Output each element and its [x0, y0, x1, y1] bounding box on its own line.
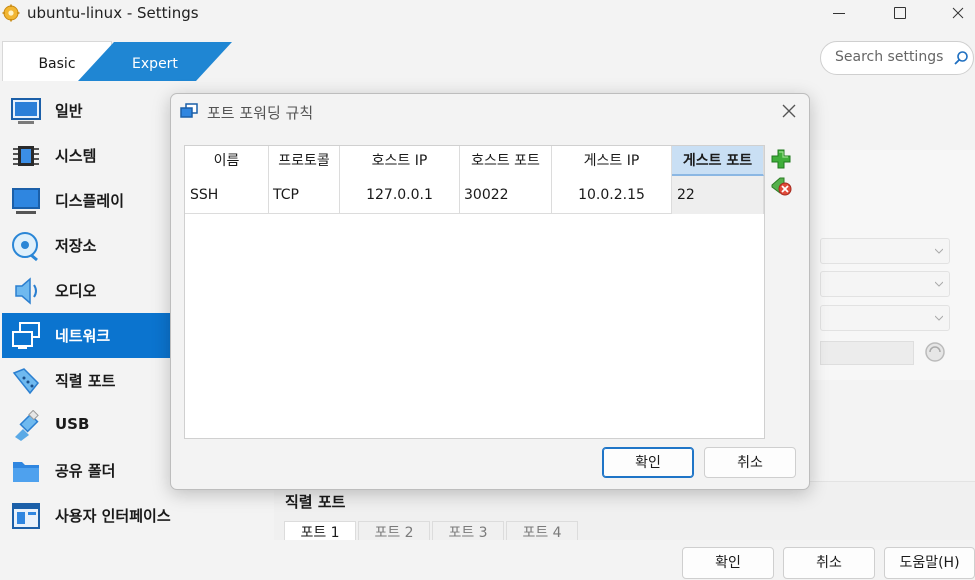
dialog-cancel-button[interactable]: 취소 — [704, 447, 796, 478]
ui-icon — [12, 503, 40, 529]
maximize-button[interactable] — [888, 2, 912, 24]
sidebar-item-label: 공유 폴더 — [55, 462, 116, 480]
sidebar-item-label: 시스템 — [55, 147, 97, 165]
add-rule-icon[interactable] — [770, 148, 792, 170]
port-forwarding-dialog: 포트 포워딩 규칙 이름 프로토콜 호스트 IP 호스트 포트 게스트 IP 게… — [170, 93, 810, 490]
cancel-button[interactable]: 취소 — [783, 547, 875, 579]
sidebar-item-label: USB — [55, 415, 90, 433]
network-icon — [180, 103, 198, 118]
help-button[interactable]: 도움말(H) — [884, 547, 975, 579]
sidebar-item-label: 일반 — [55, 102, 83, 120]
folder-icon — [13, 462, 39, 482]
sidebar-item-label: 사용자 인터페이스 — [55, 507, 171, 525]
dropdown-1[interactable] — [820, 238, 950, 264]
rules-table[interactable]: 이름 프로토콜 호스트 IP 호스트 포트 게스트 IP 게스트 포트 SSH … — [184, 145, 765, 439]
search-icon[interactable] — [953, 50, 969, 66]
table-row[interactable]: SSH TCP 127.0.0.1 30022 10.0.2.15 22 — [185, 176, 764, 214]
column-header[interactable]: 이름 — [185, 146, 269, 176]
monitor-icon — [12, 188, 40, 214]
cell-guest-ip[interactable]: 10.0.2.15 — [552, 176, 672, 214]
sidebar-item-label: 오디오 — [55, 282, 97, 300]
sidebar-item-label: 직렬 포트 — [55, 372, 116, 390]
sidebar-item-label: 네트워크 — [55, 327, 111, 345]
chevron-down-icon — [935, 281, 943, 287]
column-header[interactable]: 게스트 IP — [552, 146, 672, 176]
remove-rule-icon[interactable] — [770, 175, 792, 197]
cell-guest-port[interactable]: 22 — [672, 176, 764, 214]
window-title: ubuntu-linux - Settings — [27, 4, 199, 22]
table-header: 이름 프로토콜 호스트 IP 호스트 포트 게스트 IP 게스트 포트 — [185, 146, 764, 176]
cell-name[interactable]: SSH — [185, 176, 269, 214]
chevron-down-icon — [935, 315, 943, 321]
cell-host-port[interactable]: 30022 — [460, 176, 552, 214]
column-header-selected[interactable]: 게스트 포트 — [672, 146, 764, 176]
dropdown-3[interactable] — [820, 305, 950, 331]
column-header[interactable]: 호스트 포트 — [460, 146, 552, 176]
cell-host-ip[interactable]: 127.0.0.1 — [340, 176, 460, 214]
ok-button[interactable]: 확인 — [682, 547, 774, 579]
dropdown-2[interactable] — [820, 271, 950, 297]
minimize-button[interactable] — [828, 2, 852, 24]
general-icon — [11, 98, 41, 124]
sidebar-item-user-interface[interactable]: 사용자 인터페이스 — [2, 493, 270, 538]
gear-icon — [2, 4, 20, 22]
disk-icon — [12, 232, 38, 262]
search-box[interactable] — [820, 41, 974, 75]
search-input[interactable] — [835, 49, 947, 65]
refresh-icon[interactable] — [924, 341, 946, 363]
column-header[interactable]: 프로토콜 — [269, 146, 340, 176]
serial-port-icon — [12, 368, 40, 395]
cell-protocol[interactable]: TCP — [269, 176, 340, 214]
sidebar-item-label: 디스플레이 — [55, 192, 125, 210]
section-title: 직렬 포트 — [285, 493, 346, 511]
column-header[interactable]: 호스트 IP — [340, 146, 460, 176]
dialog-ok-button[interactable]: 확인 — [602, 447, 694, 478]
chevron-down-icon — [935, 248, 943, 254]
sidebar-item-label: 저장소 — [55, 237, 97, 255]
network-icon — [12, 322, 40, 349]
mac-address-field[interactable] — [820, 341, 914, 365]
dialog-title: 포트 포워딩 규칙 — [207, 104, 314, 122]
close-window-icon[interactable] — [944, 2, 972, 24]
usb-icon — [15, 410, 39, 441]
chip-icon — [13, 146, 39, 166]
close-icon[interactable] — [780, 102, 798, 120]
speaker-icon — [15, 277, 37, 305]
